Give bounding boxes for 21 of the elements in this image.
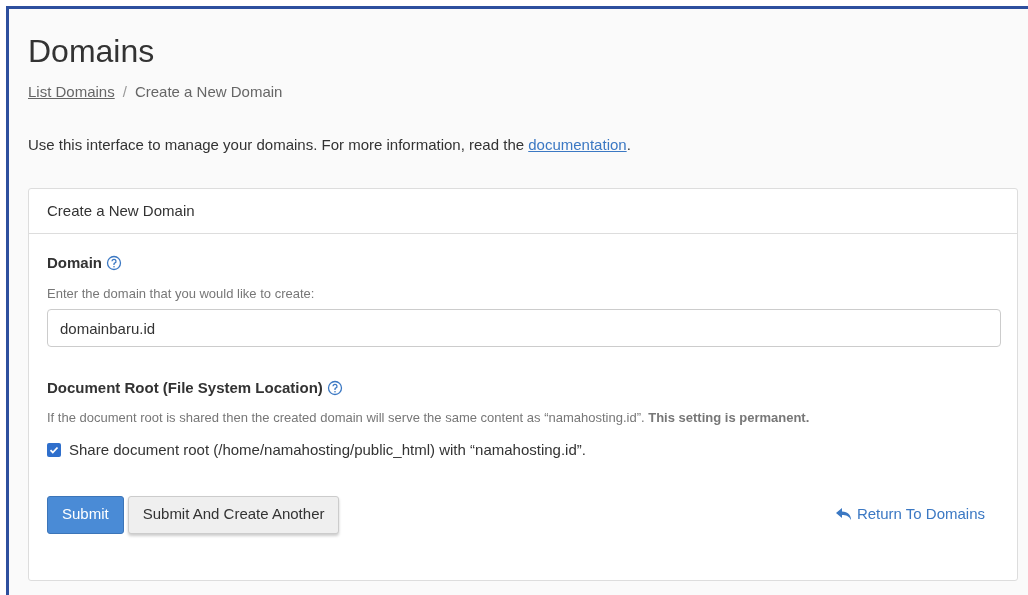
breadcrumb-current: Create a New Domain <box>134 82 283 102</box>
field-label: Domain <box>47 253 102 273</box>
help-icon[interactable] <box>326 380 343 397</box>
return-link[interactable]: Return To Domains <box>835 503 985 526</box>
field-hint: If the document root is shared then the created domain will serve the same content as “namahosting.id”. This setting is permanent. <box>47 408 811 427</box>
documentation-link[interactable]: documentation <box>528 135 627 153</box>
submit-button[interactable]: Submit <box>47 495 124 534</box>
submit-and-create-another-button[interactable]: Submit And Create Another <box>127 495 340 534</box>
help-icon[interactable] <box>106 255 122 272</box>
page-title: Domains <box>28 32 156 71</box>
field-hint: Enter the domain that you would like to create: <box>47 284 316 303</box>
domain-input[interactable]: domainbaru.id <box>47 309 1001 347</box>
reply-arrow-icon <box>835 508 852 521</box>
checkmark-icon <box>49 445 59 456</box>
checkbox-label: Share document root (/home/namahosting/public_html) with “namahosting.id”. <box>69 440 586 460</box>
panel-header: Create a New Domain <box>29 189 1017 234</box>
breadcrumb-link[interactable]: List Domains <box>28 81 115 104</box>
intro-text: Use this interface to manage your domains. For more information, read the documentation. <box>28 134 632 155</box>
field-label: Document Root (File System Location) <box>47 378 323 398</box>
breadcrumb-separator: / <box>122 82 127 102</box>
checkbox[interactable] <box>47 443 61 458</box>
